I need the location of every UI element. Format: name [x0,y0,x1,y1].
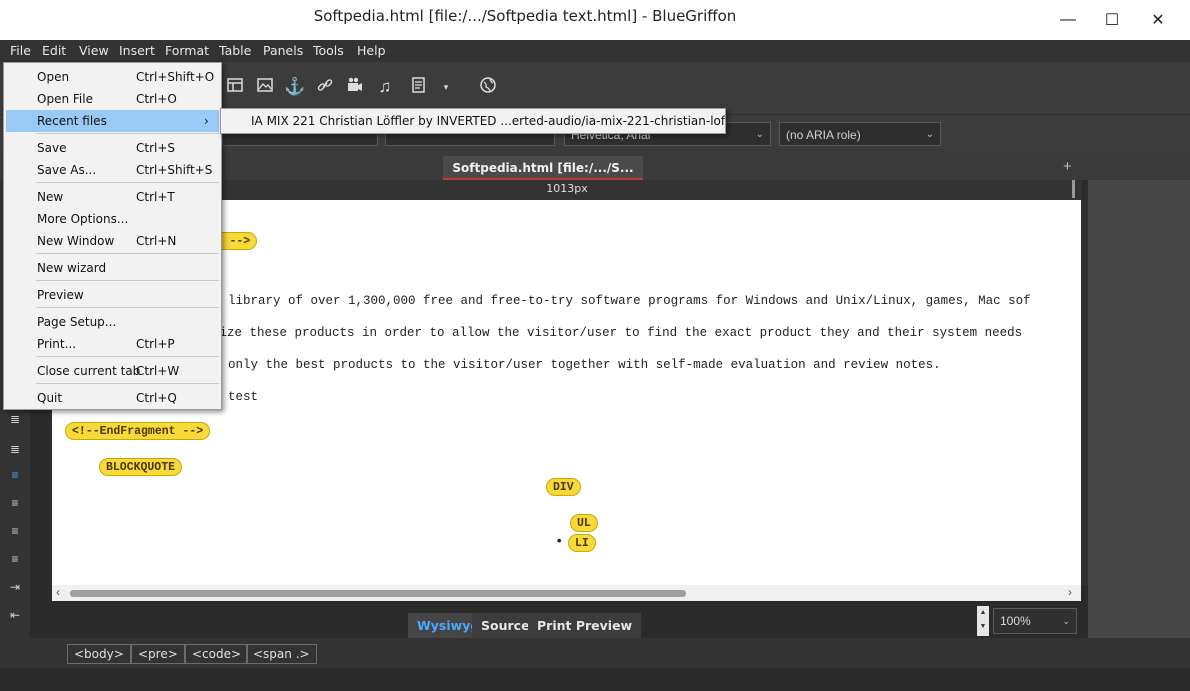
menu-separator [36,253,219,254]
menu-table[interactable]: Table [219,43,251,58]
menu-item-new-window[interactable]: New Window Ctrl+N [6,230,219,252]
menu-file[interactable]: File [10,43,31,58]
menu-item-open[interactable]: Open Ctrl+Shift+O [6,66,219,88]
video-icon[interactable] [344,76,366,98]
menu-item-save-as[interactable]: Save As... Ctrl+Shift+S [6,159,219,181]
scroll-right-icon[interactable]: › [1068,585,1072,599]
scroll-left-icon[interactable]: ‹ [56,585,60,599]
table-icon[interactable] [224,76,246,98]
menu-edit[interactable]: Edit [42,43,66,58]
div-tag[interactable]: DIV [546,478,581,496]
menu-item-close-tab[interactable]: Close current tab Ctrl+W [6,360,219,382]
decrease-indent-icon[interactable]: ⇤ [8,608,22,622]
scroll-thumb[interactable] [70,590,686,597]
indent-icon[interactable]: ≣ [8,412,22,426]
breadcrumb-item-code[interactable]: <code> [185,644,249,664]
horizontal-scrollbar[interactable]: ‹ › [52,585,1081,601]
window-title: Softpedia.html [file:/.../Softpedia text… [313,7,737,25]
view-mode-bar: Wysiwyg Source Print Preview [52,601,1088,639]
menu-separator [36,356,219,357]
globe-icon[interactable] [477,76,499,98]
menu-separator [36,133,219,134]
ruler-handle[interactable] [1072,180,1075,198]
end-fragment-tag[interactable]: <!--EndFragment --> [65,422,211,440]
list-bullet: • [555,534,564,550]
aria-role-value: (no ARIA role) [786,128,861,142]
menu-item-open-file[interactable]: Open File Ctrl+O [6,88,219,110]
breadcrumb: <body> <pre> <code> <span .> [0,638,1190,668]
new-tab-icon[interactable]: + [1063,158,1072,175]
menu-item-preview[interactable]: Preview [6,284,219,306]
menu-item-new-wizard[interactable]: New wizard [6,257,219,279]
minimize-button[interactable]: — [1045,0,1091,40]
close-button[interactable]: ✕ [1135,0,1181,40]
chevron-down-icon: ⌄ [755,129,764,140]
blockquote-tag[interactable]: BLOCKQUOTE [99,458,183,476]
print-preview-tab[interactable]: Print Preview [528,613,643,639]
editor-line: rize these products in order to allow th… [212,326,1023,340]
align-center-icon[interactable]: ≡ [8,496,22,510]
menu-item-quit[interactable]: Quit Ctrl+Q [6,387,219,409]
menu-item-page-setup[interactable]: Page Setup... [6,311,219,333]
zoom-stepper[interactable]: ▲ ▼ [977,606,989,636]
link-icon[interactable] [314,76,336,98]
outdent-icon[interactable]: ≣ [8,442,22,456]
menu-format[interactable]: Format [165,43,209,58]
status-bar [0,668,1190,691]
file-menu-dropdown: Open Ctrl+Shift+O Open File Ctrl+O Recent … [3,62,222,410]
aria-role-select[interactable]: (no ARIA role) ⌄ [779,122,941,146]
recent-file-item[interactable]: IA MIX 221 Christian Löffler by INVERTED… [251,114,725,128]
menu-panels[interactable]: Panels [263,43,303,58]
menu-separator [36,182,219,183]
menu-item-more-options[interactable]: More Options... [6,208,219,230]
menu-tools[interactable]: Tools [313,43,344,58]
li-tag[interactable]: LI [568,534,596,552]
align-justify-icon[interactable]: ≡ [8,552,22,566]
vertical-scrollbar[interactable] [1081,200,1088,585]
menu-view[interactable]: View [79,43,109,58]
zoom-value: 100% [1000,614,1031,628]
zoom-select[interactable]: 100% ⌄ [993,608,1077,634]
chevron-right-icon: › [204,114,209,128]
menu-separator [36,280,219,281]
form-dropdown-icon[interactable]: ▾ [435,76,457,98]
anchor-icon[interactable]: ⚓ [284,76,306,98]
menu-item-print[interactable]: Print... Ctrl+P [6,333,219,355]
ul-tag[interactable]: UL [570,514,598,532]
menu-help[interactable]: Help [357,43,386,58]
menu-item-recent-files[interactable]: Recent files › [6,110,219,132]
audio-icon[interactable]: ♫ [374,76,396,98]
form-icon[interactable] [408,76,430,98]
menu-separator [36,307,219,308]
menu-item-save[interactable]: Save Ctrl+S [6,137,219,159]
stepper-down-icon[interactable]: ▼ [977,620,989,634]
align-right-icon[interactable]: ≡ [8,524,22,538]
recent-files-submenu: IA MIX 221 Christian Löffler by INVERTED… [220,108,726,134]
breadcrumb-item-body[interactable]: <body> [67,644,131,664]
editor-line: library of over 1,300,000 free and free-… [228,294,1031,308]
breadcrumb-item-span[interactable]: <span .> [246,644,317,664]
increase-indent-icon[interactable]: ⇥ [8,580,22,594]
menu-item-new[interactable]: New Ctrl+T [6,186,219,208]
chevron-down-icon: ⌄ [925,129,934,140]
menu-insert[interactable]: Insert [119,43,155,58]
stepper-up-icon[interactable]: ▲ [977,606,989,620]
editor-line: test [228,390,259,404]
right-panel [1088,180,1190,638]
breadcrumb-item-pre[interactable]: <pre> [131,644,185,664]
menu-separator [36,383,219,384]
maximize-button[interactable]: ☐ [1089,0,1135,40]
title-bar: Softpedia.html [file:/.../Softpedia text… [0,0,1190,40]
image-icon[interactable] [254,76,276,98]
menu-bar: File Edit View Insert Format Table Panel… [0,40,1190,62]
editor-line: only the best products to the visitor/us… [228,358,941,372]
document-tab[interactable]: Softpedia.html [file:/.../S... [443,156,643,180]
chevron-down-icon: ⌄ [1062,616,1070,626]
align-left-icon[interactable]: ≡ [8,468,22,482]
